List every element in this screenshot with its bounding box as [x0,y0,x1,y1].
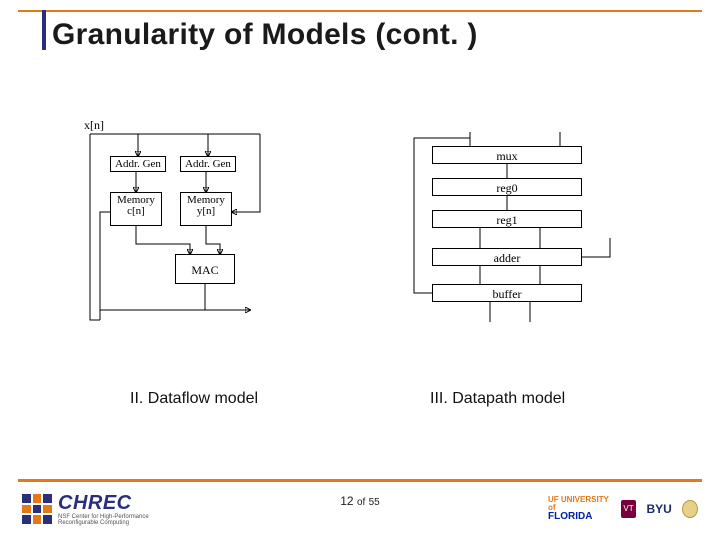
memory-c-box: Memory c[n] [110,192,162,226]
dataflow-caption: II. Dataflow model [130,390,258,408]
title-tick [42,10,46,50]
chrec-logo: CHREC NSF Center for High-Performance Re… [22,490,182,528]
reg1-box: reg1 [432,210,582,228]
memory-y-index: y[n] [181,206,231,217]
memory-c-index: c[n] [111,206,161,217]
adder-box: adder [432,248,582,266]
datapath-diagram: mux reg0 reg1 adder buffer [400,130,630,330]
buffer-box: buffer [432,284,582,302]
mux-box: mux [432,146,582,164]
partner-logos: UF UNIVERSITY of FLORIDA VT BYU [548,492,698,526]
chrec-logo-subtext: NSF Center for High-Performance Reconfig… [58,514,182,526]
datapath-caption: III. Datapath model [430,390,565,408]
page-of-label: of [357,497,365,508]
slide-title: Granularity of Models (cont. ) [52,18,478,52]
page-total: 55 [369,497,380,508]
addr-gen-1-box: Addr. Gen [110,156,166,172]
slide: Granularity of Models (cont. ) x[n] [0,0,720,540]
reg0-box: reg0 [432,178,582,196]
addr-gen-2-box: Addr. Gen [180,156,236,172]
vt-logo: VT [621,500,637,518]
byu-logo: BYU [646,502,671,516]
content-area: x[n] [0,120,720,450]
uf-logo: UF UNIVERSITY of FLORIDA [548,496,611,522]
page-current: 12 [340,494,353,508]
chrec-logo-icon [22,494,52,524]
dataflow-diagram: x[n] [80,120,340,330]
chrec-logo-text: CHREC [58,492,132,515]
gwu-logo-icon [682,500,698,518]
mac-box: MAC [175,254,235,284]
uf-logo-bottom: FLORIDA [548,512,611,522]
uf-logo-top: UF UNIVERSITY of [548,495,609,512]
title-rule [18,10,702,12]
memory-y-box: Memory y[n] [180,192,232,226]
footer-rule [18,479,702,482]
